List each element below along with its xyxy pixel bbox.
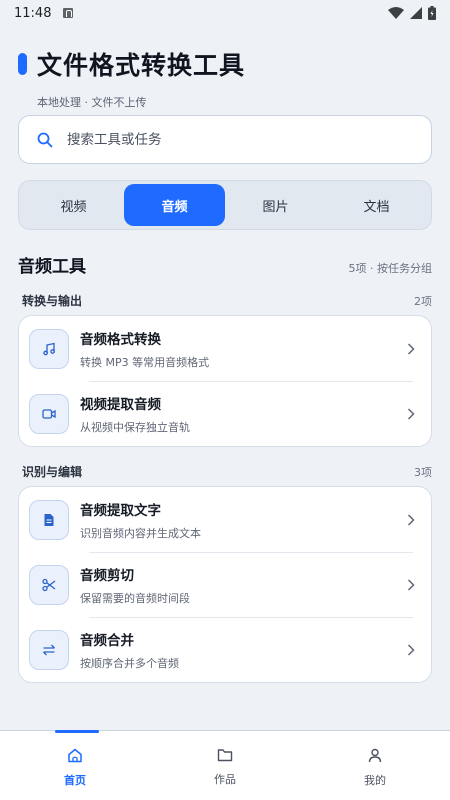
nav-home-label: 首页 [64,774,86,787]
tool-item-audio-to-text[interactable]: 音频提取文字 识别音频内容并生成文本 [29,487,421,552]
status-bar: 11:48 [0,0,450,26]
battery-icon [428,6,436,20]
group-header-convert: 转换与输出 2项 [22,292,432,309]
tool-item-video-extract-audio[interactable]: 视频提取音频 从视频中保存独立音轨 [29,381,421,446]
music-note-icon [29,328,69,369]
group-name: 转换与输出 [22,294,83,308]
section-header: 音频工具 5项 · 按任务分组 [18,252,432,277]
search-icon [37,132,53,147]
nav-home[interactable]: 首页 [0,731,150,800]
group-count: 2项 [414,294,432,308]
wifi-icon [388,7,404,19]
category-tabs: 视频 音频 图片 文档 [18,180,432,230]
chevron-right-icon [407,513,415,526]
scissors-icon [29,564,69,605]
search-box[interactable] [18,115,432,164]
person-icon [368,748,382,763]
notification-icon [63,8,74,18]
section-title: 音频工具 [18,257,86,277]
tool-description: 按顺序合并多个音频 [80,656,179,670]
tab-image[interactable]: 图片 [225,184,326,226]
tab-audio[interactable]: 音频 [124,184,225,226]
status-time: 11:48 [14,5,52,21]
tool-title: 音频合并 [80,632,134,649]
tool-title: 视频提取音频 [80,396,161,413]
group-header-edit: 识别与编辑 3项 [22,463,432,480]
title-accent-bar [18,53,27,75]
nav-works-label: 作品 [214,773,236,786]
home-icon [68,748,82,763]
bottom-navigation: 首页 作品 我的 [0,730,450,800]
page-title: 文件格式转换工具 [37,51,246,80]
tool-description: 从视频中保存独立音轨 [80,420,190,434]
document-icon [29,499,69,540]
tool-description: 保留需要的音频时间段 [80,591,190,605]
chevron-right-icon [407,578,415,591]
section-meta: 5项 · 按任务分组 [348,262,433,275]
active-tab-indicator [55,730,99,733]
tab-video[interactable]: 视频 [23,184,124,226]
tool-description: 识别音频内容并生成文本 [80,526,201,540]
signal-icon [410,7,422,19]
header: 文件格式转换工具 本地处理 · 文件不上传 [18,46,245,110]
tool-item-audio-cut[interactable]: 音频剪切 保留需要的音频时间段 [29,552,421,617]
merge-arrows-icon [29,629,69,670]
chevron-right-icon [407,643,415,656]
tool-card-convert: 音频格式转换 转换 MP3 等常用音频格式 视频提取音频 从视频中保存独立音轨 [18,315,432,447]
nav-profile[interactable]: 我的 [300,731,450,800]
nav-profile-label: 我的 [364,774,386,787]
group-count: 3项 [414,465,432,479]
tool-card-edit: 音频提取文字 识别音频内容并生成文本 音频剪切 保留需要的音频时间段 音频合并 … [18,486,432,683]
video-camera-icon [29,393,69,434]
chevron-right-icon [407,407,415,420]
nav-works[interactable]: 作品 [150,731,300,800]
folder-icon [217,749,233,762]
group-name: 识别与编辑 [22,465,83,479]
search-input[interactable] [67,131,387,148]
tool-item-audio-format-convert[interactable]: 音频格式转换 转换 MP3 等常用音频格式 [29,316,421,381]
tool-item-audio-merge[interactable]: 音频合并 按顺序合并多个音频 [29,617,421,682]
chevron-right-icon [407,342,415,355]
tool-title: 音频剪切 [80,567,134,584]
tool-title: 音频提取文字 [80,502,161,519]
tab-document[interactable]: 文档 [326,184,427,226]
page-subtitle: 本地处理 · 文件不上传 [37,96,147,109]
tool-description: 转换 MP3 等常用音频格式 [80,355,210,369]
tool-title: 音频格式转换 [80,331,161,348]
